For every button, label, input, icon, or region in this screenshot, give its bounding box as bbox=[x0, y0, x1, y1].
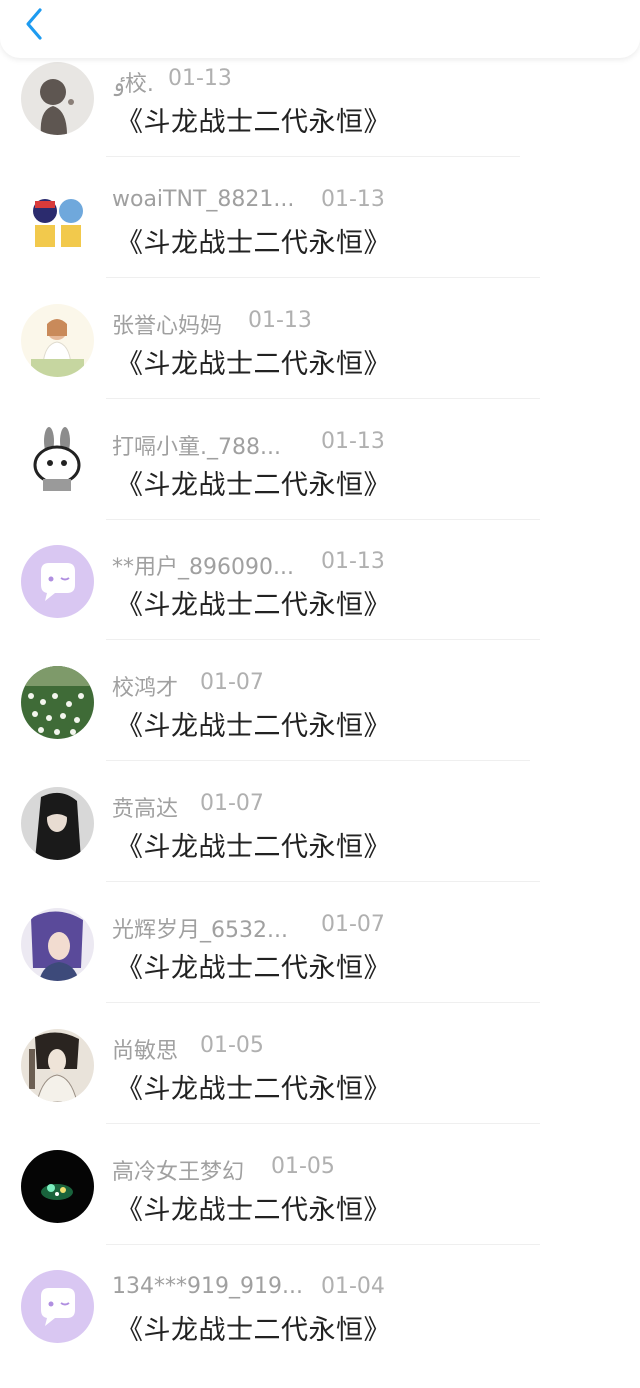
list-item[interactable]: 光辉岁月_6532... 01-07 《斗龙战士二代永恒》 bbox=[0, 906, 640, 1026]
comment-author: 高冷女王梦幻 bbox=[112, 1160, 245, 1185]
list-item[interactable]: ٶ校. 01-13 《斗龙战士二代永恒》 bbox=[0, 60, 640, 180]
comment-date: 01-13 bbox=[168, 66, 232, 91]
avatar[interactable] bbox=[21, 1029, 94, 1102]
list-item[interactable]: 贲高达 01-07 《斗龙战士二代永恒》 bbox=[0, 785, 640, 905]
comment-author: 校鸿才 bbox=[112, 676, 179, 701]
comment-author: 贲高达 bbox=[112, 797, 179, 822]
comment-date: 01-05 bbox=[200, 1033, 264, 1058]
avatar[interactable] bbox=[21, 304, 94, 377]
avatar[interactable] bbox=[21, 1150, 94, 1223]
comment-author: woaiTNT_8821... bbox=[112, 187, 295, 212]
avatar[interactable] bbox=[21, 183, 94, 256]
comment-date: 01-05 bbox=[271, 1154, 335, 1179]
divider bbox=[106, 156, 520, 157]
comment-text: 《斗龙战士二代永恒》 bbox=[116, 349, 391, 380]
list-item[interactable]: 高冷女王梦幻 01-05 《斗龙战士二代永恒》 bbox=[0, 1148, 640, 1268]
comment-author: 尚敏思 bbox=[112, 1039, 179, 1064]
chevron-left-icon bbox=[26, 8, 42, 40]
comment-text: 《斗龙战士二代永恒》 bbox=[116, 590, 391, 621]
top-bar bbox=[0, 0, 640, 58]
comment-author: 打嗝小童._788... bbox=[112, 435, 281, 460]
avatar[interactable] bbox=[21, 1270, 94, 1343]
comment-date: 01-13 bbox=[321, 549, 385, 574]
comment-date: 01-07 bbox=[200, 670, 264, 695]
comment-date: 01-07 bbox=[200, 791, 264, 816]
avatar[interactable] bbox=[21, 908, 94, 981]
avatar[interactable] bbox=[21, 62, 94, 135]
list-item[interactable]: 打嗝小童._788... 01-13 《斗龙战士二代永恒》 bbox=[0, 423, 640, 543]
comment-author: 光辉岁月_6532... bbox=[112, 918, 288, 943]
comment-date: 01-13 bbox=[248, 308, 312, 333]
avatar[interactable] bbox=[21, 545, 94, 618]
avatar[interactable] bbox=[21, 425, 94, 498]
comment-date: 01-13 bbox=[321, 187, 385, 212]
divider bbox=[106, 639, 540, 640]
comment-date: 01-04 bbox=[321, 1274, 385, 1299]
comment-author: 134***919_919... bbox=[112, 1274, 303, 1299]
comment-text: 《斗龙战士二代永恒》 bbox=[116, 1074, 391, 1105]
divider bbox=[106, 1123, 540, 1124]
comment-text: 《斗龙战士二代永恒》 bbox=[116, 832, 391, 863]
comment-author: 张誉心妈妈 bbox=[112, 314, 223, 339]
divider bbox=[106, 1244, 540, 1245]
back-button[interactable] bbox=[16, 4, 56, 44]
comment-author: ٶ校. bbox=[112, 72, 154, 97]
divider bbox=[106, 398, 540, 399]
comment-text: 《斗龙战士二代永恒》 bbox=[116, 107, 391, 138]
avatar[interactable] bbox=[21, 666, 94, 739]
comment-text: 《斗龙战士二代永恒》 bbox=[116, 1195, 391, 1226]
list-item[interactable]: **用户_896090... 01-13 《斗龙战士二代永恒》 bbox=[0, 543, 640, 663]
list-item[interactable]: 134***919_919... 01-04 《斗龙战士二代永恒》 bbox=[0, 1268, 640, 1388]
divider bbox=[106, 760, 530, 761]
comment-text: 《斗龙战士二代永恒》 bbox=[116, 711, 391, 742]
avatar[interactable] bbox=[21, 787, 94, 860]
divider bbox=[106, 1002, 540, 1003]
comment-date: 01-07 bbox=[321, 912, 385, 937]
divider bbox=[106, 881, 540, 882]
list-item[interactable]: 尚敏思 01-05 《斗龙战士二代永恒》 bbox=[0, 1027, 640, 1147]
divider bbox=[106, 277, 540, 278]
list-item[interactable]: 张誉心妈妈 01-13 《斗龙战士二代永恒》 bbox=[0, 302, 640, 422]
comment-date: 01-13 bbox=[321, 429, 385, 454]
list-item[interactable]: woaiTNT_8821... 01-13 《斗龙战士二代永恒》 bbox=[0, 181, 640, 301]
comment-text: 《斗龙战士二代永恒》 bbox=[116, 1315, 391, 1346]
comment-text: 《斗龙战士二代永恒》 bbox=[116, 470, 391, 501]
list-item[interactable]: 校鸿才 01-07 《斗龙战士二代永恒》 bbox=[0, 664, 640, 784]
comment-text: 《斗龙战士二代永恒》 bbox=[116, 228, 391, 259]
comment-text: 《斗龙战士二代永恒》 bbox=[116, 953, 391, 984]
divider bbox=[106, 519, 540, 520]
comment-author: **用户_896090... bbox=[112, 555, 294, 580]
